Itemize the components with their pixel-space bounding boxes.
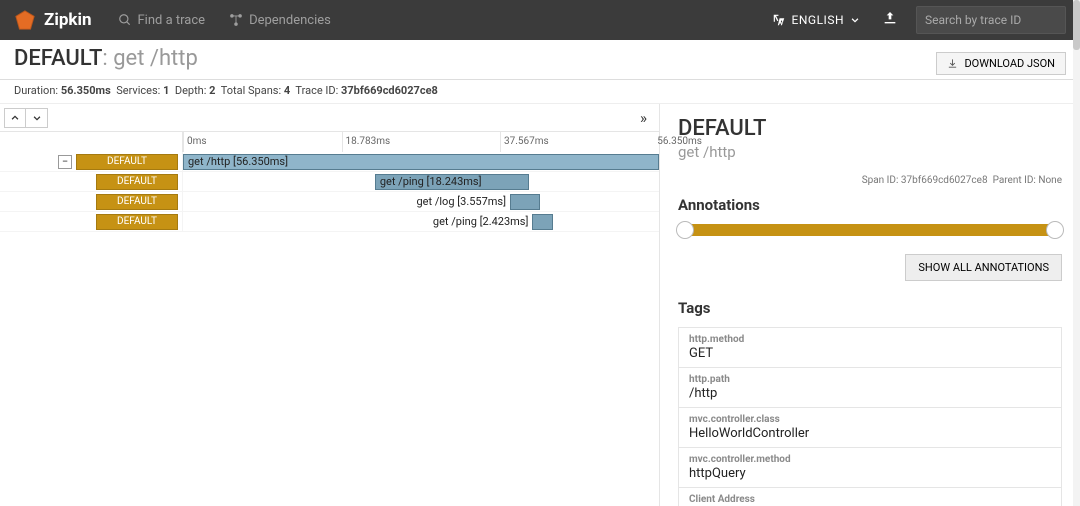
meta-depth-label: Depth: (175, 84, 207, 97)
span-rows: −DEFAULTget /http [56.350ms]DEFAULTget /… (0, 152, 659, 232)
annotations-track[interactable] (678, 224, 1062, 236)
download-icon (947, 58, 958, 69)
upload-icon (882, 10, 898, 26)
meta-totalspans-label: Total Spans: (221, 84, 281, 97)
tag-item: http.path/http (678, 368, 1062, 408)
span-bar-label: get /log [3.557ms] (417, 192, 511, 212)
translate-icon (772, 13, 786, 27)
search-input[interactable] (916, 6, 1066, 34)
language-label: ENGLISH (792, 13, 844, 27)
download-json-button[interactable]: DOWNLOAD JSON (936, 52, 1066, 75)
tags-title: Tags (678, 299, 1062, 317)
tag-key: mvc.controller.class (689, 414, 1051, 425)
tag-item: mvc.controller.methodhttpQuery (678, 448, 1062, 488)
detail-op: get /http (678, 143, 1062, 161)
meta-services-label: Services: (116, 84, 160, 97)
chevron-up-icon (10, 113, 20, 123)
span-row[interactable]: DEFAULT get /ping [2.423ms] (0, 212, 659, 232)
spanid-label: Span ID: (862, 175, 899, 186)
meta-depth: 2 (209, 84, 215, 97)
brand[interactable]: Zipkin (14, 9, 92, 31)
top-nav: Zipkin Find a trace Dependencies ENGLISH (0, 0, 1080, 40)
trace-header: DEFAULT: get /http DOWNLOAD JSON (0, 40, 1080, 80)
span-bar[interactable]: get /http [56.350ms] (183, 154, 659, 170)
span-bar[interactable]: get /ping [18.243ms] (375, 174, 529, 190)
timeline-toolbar: » (0, 104, 659, 132)
upload-button[interactable] (882, 10, 898, 30)
service-pill: DEFAULT (76, 154, 178, 170)
tag-item: http.methodGET (678, 327, 1062, 368)
span-bar[interactable] (532, 214, 552, 230)
meta-traceid-label: Trace ID: (295, 84, 338, 97)
span-row[interactable]: DEFAULT get /ping [18.243ms] (0, 172, 659, 192)
tick: 37.567ms (500, 132, 549, 152)
page-title: DEFAULT: get /http (14, 46, 198, 71)
annotation-dot-end[interactable] (1046, 221, 1064, 239)
span-bar-label: get /ping [2.423ms] (433, 212, 533, 232)
tick: 18.783ms (342, 132, 391, 152)
tags-list: http.methodGEThttp.path/httpmvc.controll… (678, 327, 1062, 506)
meta-duration: 56.350ms (61, 84, 111, 97)
tag-value: GET (689, 346, 1051, 361)
tag-value: /http (689, 386, 1051, 401)
tag-item: mvc.controller.classHelloWorldController (678, 408, 1062, 448)
nav-find-trace[interactable]: Find a trace (118, 13, 206, 28)
span-row[interactable]: DEFAULT get /log [3.557ms] (0, 192, 659, 212)
chevron-down-icon (850, 15, 860, 25)
tag-value: httpQuery (689, 466, 1051, 481)
parentid-label: Parent ID: (993, 175, 1036, 186)
tag-value: HelloWorldController (689, 426, 1051, 441)
title-service: DEFAULT (14, 46, 102, 71)
tag-key: mvc.controller.method (689, 454, 1051, 465)
detail-panel: DEFAULT get /http Span ID: 37bf669cd6027… (660, 104, 1080, 506)
collapse-right-button[interactable]: » (640, 109, 655, 127)
timeline-panel: » 0ms 18.783ms 37.567ms 56.350ms −DEFAUL… (0, 104, 660, 506)
expand-down-button[interactable] (26, 108, 48, 128)
zipkin-logo-icon (14, 9, 36, 31)
meta-duration-label: Duration: (14, 84, 58, 97)
tag-key: http.method (689, 334, 1051, 345)
show-all-annotations-button[interactable]: SHOW ALL ANNOTATIONS (905, 254, 1062, 281)
nav-find-label: Find a trace (138, 13, 206, 28)
service-pill: DEFAULT (96, 194, 178, 210)
title-op: : get /http (102, 46, 197, 71)
meta-totalspans: 4 (284, 84, 290, 97)
parentid-value: None (1038, 175, 1062, 186)
expand-up-button[interactable] (4, 108, 26, 128)
span-bar[interactable] (510, 194, 540, 210)
tag-key: http.path (689, 374, 1051, 385)
service-pill: DEFAULT (96, 214, 178, 230)
nav-deps-label: Dependencies (249, 13, 331, 28)
id-row: Span ID: 37bf669cd6027ce8 Parent ID: Non… (678, 175, 1062, 186)
tick: 0ms (183, 132, 207, 152)
row-collapse-toggle[interactable]: − (58, 155, 72, 169)
search-icon (118, 13, 132, 27)
timeline-ruler: 0ms 18.783ms 37.567ms 56.350ms (182, 132, 659, 152)
tag-item: Client Address127.0.0.1:56582 (678, 488, 1062, 506)
meta-traceid: 37bf669cd6027ce8 (341, 84, 438, 97)
service-pill: DEFAULT (96, 174, 178, 190)
tag-key: Client Address (689, 494, 1051, 505)
trace-meta: Duration: 56.350ms Services: 1 Depth: 2 … (0, 80, 1080, 104)
nav-dependencies[interactable]: Dependencies (229, 13, 331, 28)
annotation-dot-start[interactable] (676, 221, 694, 239)
span-row[interactable]: −DEFAULT get /http [56.350ms] (0, 152, 659, 172)
chevron-down-icon (32, 113, 42, 123)
spanid-value: 37bf669cd6027ce8 (901, 175, 988, 186)
detail-service: DEFAULT (678, 116, 1062, 141)
meta-services: 1 (163, 84, 169, 97)
language-selector[interactable]: ENGLISH (772, 13, 860, 27)
brand-text: Zipkin (44, 10, 92, 30)
dependencies-icon (229, 13, 243, 27)
annotations-title: Annotations (678, 196, 1062, 214)
download-label: DOWNLOAD JSON (964, 57, 1055, 70)
